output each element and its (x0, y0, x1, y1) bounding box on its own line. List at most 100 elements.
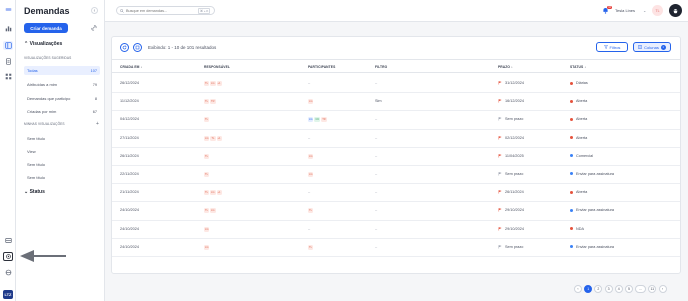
cell-created: 26/12/2024 (120, 81, 140, 85)
col-participantes[interactable]: PARTICIPANTES (308, 65, 335, 69)
participant-chip: TR (321, 117, 327, 123)
page-button[interactable]: 2 (594, 285, 603, 293)
table-row[interactable]: 21/11/2024 TL LG +1 – – 26/11/2024 Aberta (112, 184, 680, 203)
my-view-item[interactable]: Sem título (24, 173, 100, 182)
refresh-icon[interactable] (120, 43, 129, 52)
search-box[interactable]: ⌘ + K (116, 6, 215, 15)
cell-participantes: LG (308, 171, 314, 177)
user-name[interactable]: Tesla Lines (615, 8, 635, 13)
cell-status[interactable]: Diárias (570, 81, 588, 85)
collapse-sidebar-button[interactable]: ‹ (91, 7, 98, 14)
status-dot (570, 81, 573, 85)
cell-participantes: LG CC TR (308, 117, 328, 123)
search-shortcut: ⌘ + K (198, 7, 211, 14)
table-row[interactable]: 26/11/2024 TL LG – 11/04/2025 Comercial (112, 148, 680, 166)
col-status[interactable]: STATUS ↓ (570, 65, 586, 69)
cell-participantes: – (308, 190, 310, 194)
view-item-todas[interactable]: Todas 107 (24, 66, 100, 75)
table-row[interactable]: 27/11/2024 LG TL +1 – – 02/12/2024 Aberta (112, 130, 680, 148)
filter-icon (603, 45, 608, 49)
cell-filtro: – (375, 136, 377, 140)
next-page-button[interactable]: › (658, 285, 667, 293)
cell-responsavel: LG (204, 226, 210, 232)
home-icon[interactable] (3, 5, 13, 14)
add-view-button[interactable]: + (96, 121, 99, 127)
flag-icon (498, 172, 502, 176)
table-row[interactable]: 22/11/2024 TL LG – Sem prazo Enviar para assi… (112, 166, 680, 185)
status-dot (570, 190, 573, 194)
demands-icon[interactable] (3, 41, 13, 50)
cell-status[interactable]: Aberta (570, 117, 587, 121)
view-item-participo[interactable]: Demandas que participo 8 (24, 94, 100, 103)
export-icon[interactable] (133, 43, 142, 52)
company-logo-icon[interactable] (669, 4, 682, 17)
cell-status[interactable]: Comercial (570, 154, 593, 158)
table-row[interactable]: 11/12/2024 TL TR LG Sim 16/12/2024 Aberta (112, 93, 680, 112)
page-button[interactable]: 5 (624, 285, 633, 293)
chevron-down-icon[interactable]: ⌄ (643, 8, 646, 13)
assignee-chip: TL (204, 153, 210, 159)
sort-down-icon: ↓ (511, 65, 513, 69)
cell-filtro: – (375, 208, 377, 212)
cell-filtro: – (375, 117, 377, 121)
cell-status[interactable]: Aberta (570, 190, 587, 194)
cell-created: 21/11/2024 (120, 190, 139, 195)
flag-icon (498, 226, 502, 231)
my-view-item[interactable]: Sem título (24, 160, 100, 169)
visualizacoes-section-toggle[interactable]: ⌃ Visualizações (24, 41, 62, 47)
user-avatar[interactable]: TL (652, 5, 663, 16)
apps-icon[interactable] (3, 72, 13, 81)
filters-button[interactable]: Filtros (596, 42, 628, 52)
notification-count-badge: 10 (607, 6, 612, 9)
cell-responsavel: TL (204, 153, 210, 159)
chart-icon[interactable] (3, 24, 13, 33)
empty-value: – (308, 81, 311, 85)
document-icon[interactable] (3, 57, 13, 66)
cell-filtro: – (375, 245, 377, 249)
clear-columns-icon[interactable]: × (660, 44, 666, 50)
create-demand-button[interactable]: Criar demanda (24, 23, 68, 33)
page-button[interactable]: 11 (648, 285, 657, 293)
settings-gear-icon[interactable] (3, 252, 13, 261)
cell-created: 22/11/2024 (120, 171, 139, 176)
brand-logo[interactable]: LTZ (3, 290, 13, 299)
notifications-bell-icon[interactable]: 10 (602, 6, 612, 15)
cell-status[interactable]: Enviar para assinatura (570, 245, 614, 249)
participant-chip: TL (308, 244, 314, 250)
cell-responsavel: TL LG (204, 208, 217, 214)
col-responsavel[interactable]: RESPONSÁVEL (204, 65, 230, 69)
cell-status[interactable]: Enviar para assinatura (570, 208, 614, 212)
table-row[interactable]: 24/10/2024 TL LG TL –29/10/2024 Enviar para a… (112, 202, 680, 221)
view-item-criadas[interactable]: Criadas por mim 67 (24, 107, 100, 116)
page-button[interactable]: 3 (604, 285, 613, 293)
col-filtro[interactable]: FILTRO (375, 65, 387, 69)
table-row[interactable]: 04/12/2024 TL LG CC TR – Sem prazo Aberta (112, 111, 680, 130)
columns-button[interactable]: Colunas × (633, 42, 671, 52)
support-icon[interactable] (3, 268, 13, 277)
link-icon[interactable] (89, 24, 98, 32)
database-icon[interactable] (3, 236, 13, 245)
col-created[interactable]: CRIADA EM ↓ (120, 65, 142, 69)
cell-status[interactable]: Enviar para assinatura (570, 172, 614, 176)
assignee-chip: TR (210, 99, 216, 105)
flag-icon (498, 190, 502, 194)
cell-created: 24/10/2024 (120, 208, 140, 213)
page-button[interactable]: 4 (614, 285, 623, 293)
cell-status[interactable]: Aberta (570, 136, 587, 140)
page-button[interactable]: 1 (584, 285, 593, 293)
my-view-item[interactable]: Sem título (24, 134, 100, 143)
col-prazo[interactable]: PRAZO ↓ (498, 65, 513, 69)
cell-participantes: LG (308, 153, 314, 159)
search-input[interactable] (126, 8, 196, 13)
cell-status[interactable]: NDA (570, 227, 584, 231)
my-view-item[interactable]: View (24, 147, 100, 156)
table-row[interactable]: 24/10/2024 LG – – 29/10/2024 NDA (112, 221, 680, 239)
cell-prazo: 02/12/2024 (498, 136, 524, 140)
cell-status[interactable]: Aberta (570, 99, 587, 103)
view-item-atribuidas[interactable]: Atribuídas a mim 79 (24, 80, 100, 89)
status-section-toggle[interactable]: ⌄ Status (24, 189, 45, 195)
table-row[interactable]: 26/12/2024 TL LG +1 – – 31/12/2024 Diárias (112, 75, 680, 94)
prev-page-button[interactable]: ‹ (574, 285, 582, 293)
assignee-chip: TL (210, 135, 216, 141)
table-row[interactable]: 24/10/2024 LG TL – Sem prazo Enviar para assi… (112, 239, 680, 257)
